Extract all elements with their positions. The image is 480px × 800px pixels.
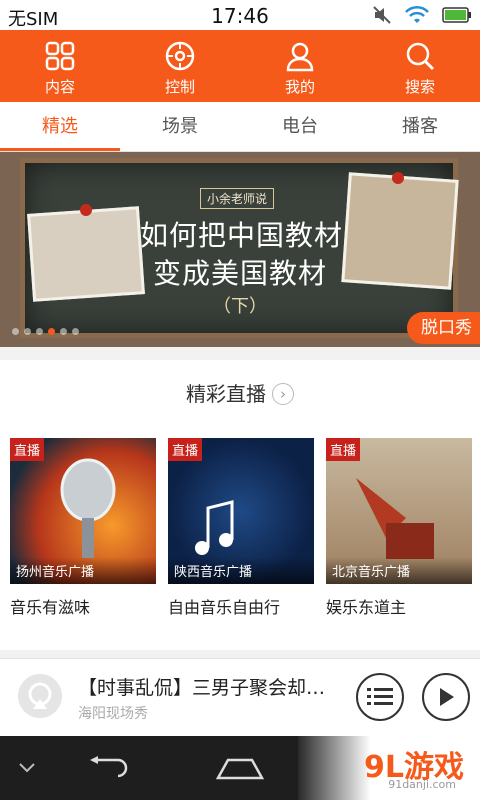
nav-content-label: 内容 — [44, 78, 75, 96]
live-card[interactable]: 直播 北京音乐广播 娱乐东道主 — [326, 438, 472, 618]
classroom-photo — [27, 206, 145, 302]
live-section: 精彩直播 › 直播 扬州音乐广播 音乐有滋味 直播 陕西音乐广播 自由音乐自由行… — [0, 360, 480, 650]
nav-control[interactable]: 控制 — [120, 30, 240, 102]
live-badge: 直播 — [326, 438, 361, 461]
play-button[interactable] — [422, 673, 470, 721]
status-bar: 无SIM 17:46 — [0, 0, 480, 30]
grid-icon — [45, 41, 75, 71]
control-icon — [165, 41, 195, 71]
mute-icon — [373, 6, 391, 24]
home-icon[interactable] — [214, 756, 266, 780]
back-icon[interactable] — [84, 756, 132, 780]
station-name: 扬州音乐广播 — [10, 557, 156, 584]
carousel-dot — [60, 328, 67, 335]
program-name: 音乐有滋味 — [10, 598, 91, 617]
top-nav: 内容 控制 我的 搜索 — [0, 30, 480, 102]
battery-icon — [442, 7, 471, 23]
card-cover: 直播 北京音乐广播 — [326, 438, 472, 584]
banner-tag: 小余老师说 — [200, 188, 275, 209]
nav-mine[interactable]: 我的 — [240, 30, 360, 102]
chevron-right-icon: › — [272, 383, 294, 405]
list-icon — [367, 688, 393, 705]
player-subtitle: 海阳现场秀 — [78, 706, 148, 722]
section-title: 精彩直播 — [186, 382, 266, 406]
live-card[interactable]: 直播 扬州音乐广播 音乐有滋味 — [10, 438, 156, 618]
teacher-photo — [341, 172, 459, 290]
system-nav-bar: 9L游戏 91danji.com — [0, 736, 480, 800]
station-name: 北京音乐广播 — [326, 557, 472, 584]
tab-radio[interactable]: 电台 — [240, 102, 360, 151]
wifi-icon — [405, 5, 429, 23]
live-badge: 直播 — [10, 438, 45, 461]
tab-featured[interactable]: 精选 — [0, 102, 120, 151]
nav-search-label: 搜索 — [404, 78, 435, 96]
banner-headline-1: 如何把中国教材 — [140, 219, 344, 252]
watermark: 9L游戏 91danji.com — [298, 736, 480, 800]
podcast-icon[interactable] — [18, 674, 62, 718]
carousel-dot — [24, 328, 31, 335]
carousel-dot — [12, 328, 19, 335]
program-name: 娱乐东道主 — [326, 598, 407, 617]
search-icon — [406, 42, 435, 71]
carousel-indicator — [12, 328, 79, 335]
category-tabs: 精选 场景 电台 播客 — [0, 102, 480, 152]
carousel-dot — [36, 328, 43, 335]
nav-search[interactable]: 搜索 — [360, 30, 480, 102]
pin-icon — [80, 204, 92, 216]
play-icon — [440, 688, 454, 706]
card-cover: 直播 扬州音乐广播 — [10, 438, 156, 584]
category-badge[interactable]: 脱口秀 — [407, 312, 480, 344]
nav-mine-label: 我的 — [284, 78, 315, 96]
live-badge: 直播 — [168, 438, 203, 461]
banner-headline-3: （下） — [213, 296, 267, 317]
card-cover: 直播 陕西音乐广播 — [168, 438, 314, 584]
carousel-dot — [72, 328, 79, 335]
carousel-dot — [48, 328, 55, 335]
banner-headline-2: 变成美国教材 — [152, 257, 327, 290]
tab-scenes[interactable]: 场景 — [120, 102, 240, 151]
playlist-button[interactable] — [356, 673, 404, 721]
tab-podcast[interactable]: 播客 — [360, 102, 480, 151]
section-header[interactable]: 精彩直播 › — [0, 378, 480, 407]
pin-icon — [392, 172, 404, 184]
watermark-url: 91danji.com — [388, 778, 456, 791]
user-icon — [286, 42, 314, 72]
nav-content[interactable]: 内容 — [0, 30, 120, 102]
station-name: 陕西音乐广播 — [168, 557, 314, 584]
chevron-down-icon[interactable] — [18, 762, 36, 774]
mini-player[interactable]: 【时事乱侃】三男子聚会却… 海阳现场秀 — [0, 658, 480, 736]
program-name: 自由音乐自由行 — [168, 598, 281, 617]
live-card[interactable]: 直播 陕西音乐广播 自由音乐自由行 — [168, 438, 314, 618]
player-title: 【时事乱侃】三男子聚会却… — [78, 677, 326, 699]
promo-banner[interactable]: 小余老师说 如何把中国教材 变成美国教材 （下） 脱口秀 — [0, 152, 480, 347]
nav-control-label: 控制 — [164, 78, 195, 96]
